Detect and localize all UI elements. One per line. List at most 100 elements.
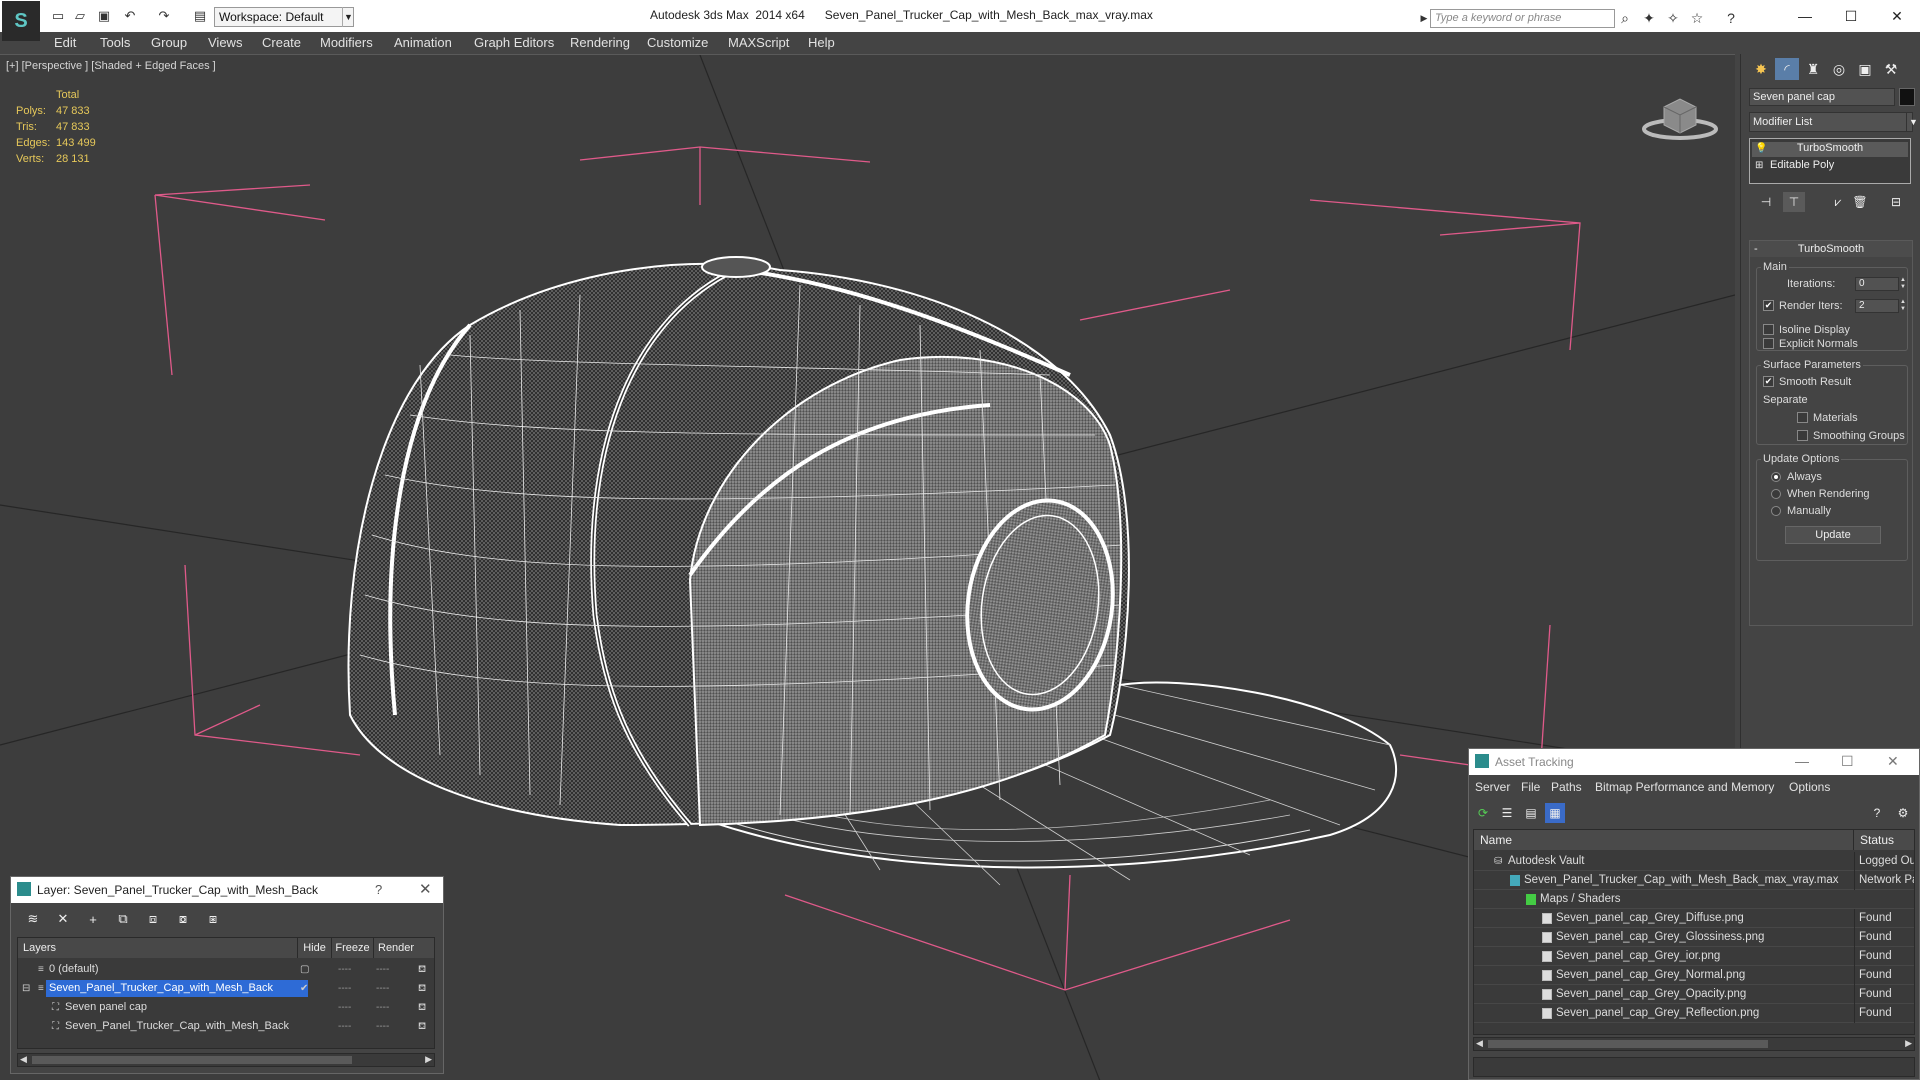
close-icon[interactable]: ✕: [1887, 753, 1899, 770]
remove-modifier-icon[interactable]: 🗑: [1849, 192, 1871, 212]
isoline-display-checkbox[interactable]: [1763, 324, 1774, 335]
scroll-left-icon[interactable]: ◀: [1476, 1038, 1483, 1049]
modify-tab-icon[interactable]: ◜: [1775, 58, 1799, 80]
smoothing-groups-checkbox[interactable]: [1797, 430, 1808, 441]
always-radio[interactable]: [1771, 472, 1781, 482]
menu-customize[interactable]: Customize: [647, 35, 708, 50]
menu-maxscript[interactable]: MAXScript: [728, 35, 789, 50]
menu-modifiers[interactable]: Modifiers: [320, 35, 373, 50]
show-end-result-icon[interactable]: ⊤: [1783, 192, 1805, 212]
pin-stack-icon[interactable]: ⊣: [1755, 192, 1777, 212]
app-menu-button[interactable]: S: [2, 1, 40, 41]
current-layer-box-icon[interactable]: ▢: [300, 960, 309, 979]
layer-row[interactable]: ≡ 0 (default) ▢ ---- ---- ⛾: [18, 960, 434, 979]
stack-item-editable-poly[interactable]: ⊞ Editable Poly: [1752, 159, 1908, 174]
menu-views[interactable]: Views: [208, 35, 242, 50]
binoculars-icon[interactable]: ⌕: [1616, 9, 1634, 27]
communication-center-icon[interactable]: ✦: [1640, 9, 1658, 27]
col-layers[interactable]: Layers: [18, 938, 298, 958]
asset-row[interactable]: Seven_panel_cap_Grey_Diffuse.png Found: [1474, 909, 1914, 928]
minimize-button[interactable]: —: [1782, 0, 1828, 32]
list-view-icon[interactable]: ☰: [1497, 803, 1517, 823]
materials-checkbox[interactable]: [1797, 412, 1808, 423]
col-freeze[interactable]: Freeze: [332, 938, 374, 958]
iterations-spinner[interactable]: 0: [1855, 277, 1899, 291]
col-status[interactable]: Status: [1854, 830, 1914, 850]
asset-menu-options[interactable]: Options: [1789, 780, 1830, 794]
menu-animation[interactable]: Animation: [394, 35, 452, 50]
asset-tracking-titlebar[interactable]: Asset Tracking — ☐ ✕: [1469, 749, 1919, 775]
stack-item-turbosmooth[interactable]: 💡 TurboSmooth: [1752, 142, 1908, 157]
refresh-icon[interactable]: ⟳: [1473, 803, 1493, 823]
asset-row[interactable]: Seven_panel_cap_Grey_Reflection.png Foun…: [1474, 1004, 1914, 1023]
scroll-right-icon[interactable]: ▶: [1905, 1038, 1912, 1049]
freeze-toggle[interactable]: ----: [376, 960, 389, 979]
scroll-thumb[interactable]: [32, 1056, 352, 1064]
workspace-dropdown[interactable]: Workspace: Default: [214, 7, 354, 27]
turbosmooth-rollout-header[interactable]: - TurboSmooth: [1750, 241, 1912, 257]
maximize-icon[interactable]: ☐: [1841, 753, 1854, 770]
viewcube-icon[interactable]: [1640, 85, 1720, 145]
asset-row[interactable]: ⛁ Autodesk Vault Logged Out: [1474, 852, 1914, 871]
menu-create[interactable]: Create: [262, 35, 301, 50]
render-iters-spinner[interactable]: 2: [1855, 299, 1899, 313]
freeze-toggle[interactable]: ----: [376, 998, 389, 1017]
utilities-tab-icon[interactable]: ⚒: [1879, 58, 1903, 80]
when-rendering-radio[interactable]: [1771, 489, 1781, 499]
col-render[interactable]: Render: [374, 938, 434, 958]
subscription-icon[interactable]: ✧: [1664, 9, 1682, 27]
layer-row[interactable]: ⛶ Seven panel cap ---- ---- ⛾: [18, 998, 434, 1017]
minimize-icon[interactable]: —: [1795, 753, 1809, 769]
scroll-thumb[interactable]: [1488, 1040, 1768, 1048]
redo-icon[interactable]: ↷: [156, 8, 172, 24]
viewport-label[interactable]: [+] [Perspective ] [Shaded + Edged Faces…: [6, 60, 216, 72]
scroll-left-icon[interactable]: ◀: [20, 1054, 27, 1065]
menu-edit[interactable]: Edit: [54, 35, 76, 50]
collapse-minus-icon[interactable]: ⊟: [22, 979, 30, 998]
layer-dialog-titlebar[interactable]: Layer: Seven_Panel_Trucker_Cap_with_Mesh…: [11, 877, 443, 903]
settings-icon[interactable]: ⚙: [1893, 803, 1913, 823]
menu-tools[interactable]: Tools: [100, 35, 130, 50]
render-iters-checkbox[interactable]: ✔: [1763, 300, 1774, 311]
asset-row[interactable]: Seven_panel_cap_Grey_Normal.png Found: [1474, 966, 1914, 985]
hide-toggle[interactable]: ----: [338, 1017, 351, 1036]
asset-row[interactable]: Seven_Panel_Trucker_Cap_with_Mesh_Back_m…: [1474, 871, 1914, 890]
object-color-swatch[interactable]: [1899, 88, 1915, 106]
hierarchy-tab-icon[interactable]: ♜: [1801, 58, 1825, 80]
asset-menu-paths[interactable]: Paths: [1551, 780, 1582, 794]
chevron-down-icon[interactable]: ▼: [342, 7, 354, 27]
menu-graph-editors[interactable]: Graph Editors: [474, 35, 554, 50]
menu-group[interactable]: Group: [151, 35, 187, 50]
help-icon[interactable]: ?: [1867, 803, 1887, 823]
asset-row[interactable]: Maps / Shaders: [1474, 890, 1914, 909]
col-hide[interactable]: Hide: [298, 938, 332, 958]
hide-toggle[interactable]: ----: [338, 998, 351, 1017]
render-teapot-icon[interactable]: ⛾: [418, 960, 426, 979]
render-teapot-icon[interactable]: ⛾: [418, 979, 426, 998]
new-file-icon[interactable]: ▭: [50, 8, 66, 24]
save-icon[interactable]: ▣: [96, 8, 112, 24]
help-icon[interactable]: ?: [375, 882, 382, 897]
expand-plus-icon[interactable]: ⊞: [1755, 160, 1763, 171]
freeze-all-layers-icon[interactable]: ⧆: [203, 909, 223, 929]
spinner-arrows-icon[interactable]: ▲ ▼: [1899, 299, 1907, 313]
horizontal-scrollbar[interactable]: ◀ ▶: [1473, 1037, 1915, 1051]
smooth-result-checkbox[interactable]: ✔: [1763, 376, 1774, 387]
add-to-layer-icon[interactable]: +: [83, 909, 103, 929]
asset-menu-file[interactable]: File: [1521, 780, 1540, 794]
freeze-toggle[interactable]: ----: [376, 979, 389, 998]
favorites-star-icon[interactable]: ☆: [1688, 9, 1706, 27]
current-layer-check-icon[interactable]: ✔: [300, 979, 308, 998]
menu-help[interactable]: Help: [808, 35, 835, 50]
modifier-list-dropdown[interactable]: Modifier List ▼: [1749, 112, 1918, 132]
select-objects-icon[interactable]: ⧉: [113, 909, 133, 929]
layer-row[interactable]: ⊟ ≡ Seven_Panel_Trucker_Cap_with_Mesh_Ba…: [18, 979, 434, 998]
create-layer-icon[interactable]: ≋: [23, 909, 43, 929]
render-teapot-icon[interactable]: ⛾: [418, 1017, 426, 1036]
table-view-icon[interactable]: ▦: [1545, 803, 1565, 823]
search-expand-icon[interactable]: ▶: [1418, 9, 1430, 28]
hide-toggle[interactable]: ----: [338, 960, 351, 979]
asset-menu-bitmap-performance[interactable]: Bitmap Performance and Memory: [1595, 780, 1774, 794]
freeze-toggle[interactable]: ----: [376, 1017, 389, 1036]
manually-radio[interactable]: [1771, 506, 1781, 516]
